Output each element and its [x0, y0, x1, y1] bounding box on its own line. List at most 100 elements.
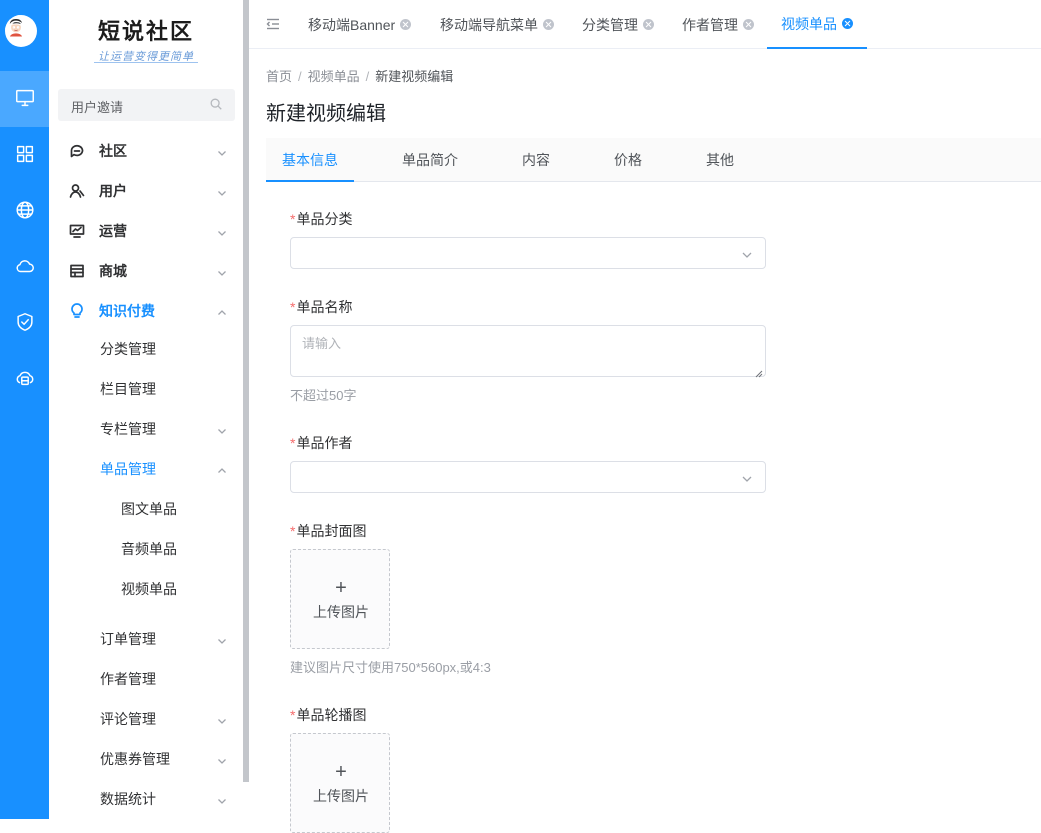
- rail-cloud-server[interactable]: [0, 351, 49, 407]
- menu-item-users[interactable]: 用户: [49, 171, 243, 211]
- user-icon: [69, 183, 85, 199]
- menu-item-coupons[interactable]: 优惠券管理: [49, 739, 243, 779]
- tab-other[interactable]: 其他: [690, 138, 750, 182]
- form-tabs: 基本信息 单品简介 内容 价格 其他: [266, 138, 1041, 182]
- menu-item-operations[interactable]: 运营: [49, 211, 243, 251]
- chevron-down-icon: [217, 793, 227, 804]
- presentation-icon: [69, 223, 85, 239]
- resize-handle-icon[interactable]: [755, 366, 763, 378]
- plus-icon: +: [335, 761, 347, 783]
- page-tab-label: 移动端Banner: [308, 16, 396, 33]
- side-menu: 短说社区 让运营变得更简单 用户邀请 社区 用户 运营 商城 知识付费 分类管理…: [49, 0, 243, 819]
- name-label: *单品名称: [290, 299, 353, 315]
- upload-label: 上传图片: [313, 604, 369, 620]
- menu-item-mall[interactable]: 商城: [49, 251, 243, 291]
- breadcrumb-section[interactable]: 视频单品: [308, 69, 360, 84]
- cloud-server-icon: [14, 367, 36, 392]
- chevron-down-icon: [741, 248, 753, 260]
- app-rail: [0, 0, 49, 819]
- main-content: 移动端Banner 移动端导航菜单 分类管理 作者管理 视频单品 首页 / 视频单品…: [249, 0, 1041, 833]
- menu-label: 用户: [99, 183, 127, 199]
- menu-item-video-item[interactable]: 视频单品: [49, 569, 243, 609]
- breadcrumb: 首页 / 视频单品 / 新建视频编辑: [266, 69, 454, 84]
- breadcrumb-home[interactable]: 首页: [266, 69, 292, 84]
- chevron-down-icon: [217, 225, 227, 236]
- page-tab-mobile-banner[interactable]: 移动端Banner: [308, 0, 412, 49]
- menu-search[interactable]: 用户邀请: [58, 89, 235, 121]
- cover-upload[interactable]: + 上传图片: [290, 549, 390, 649]
- page-tab-category[interactable]: 分类管理: [582, 0, 654, 49]
- grid-icon: [14, 143, 36, 168]
- menu-item-authors[interactable]: 作者管理: [49, 659, 243, 699]
- shield-check-icon: [14, 311, 36, 336]
- page-tab-mobile-nav[interactable]: 移动端导航菜单: [440, 0, 554, 49]
- menu-label: 知识付费: [99, 303, 155, 319]
- page-title: 新建视频编辑: [266, 103, 386, 125]
- carousel-upload[interactable]: + 上传图片: [290, 733, 390, 833]
- globe-icon: [14, 199, 36, 224]
- chevron-up-icon: [217, 305, 227, 315]
- menu-label: 优惠券管理: [100, 751, 170, 767]
- menu-label: 订单管理: [100, 631, 156, 647]
- menu-label: 视频单品: [121, 581, 177, 597]
- menu-item-article-item[interactable]: 图文单品: [49, 489, 243, 529]
- collapse-menu-icon[interactable]: [266, 17, 280, 31]
- tab-basic-info[interactable]: 基本信息: [266, 138, 354, 182]
- menu-item-stats[interactable]: 数据统计: [49, 779, 243, 819]
- menu-item-community[interactable]: 社区: [49, 131, 243, 171]
- close-icon[interactable]: [543, 19, 554, 30]
- page-tab-label: 视频单品: [781, 15, 837, 32]
- rail-cloud[interactable]: [0, 239, 49, 295]
- menu-item-orders[interactable]: 订单管理: [49, 619, 243, 659]
- tab-item-intro[interactable]: 单品简介: [384, 138, 476, 182]
- cloud-icon: [14, 255, 36, 280]
- tab-content[interactable]: 内容: [506, 138, 566, 182]
- author-select[interactable]: [290, 461, 766, 493]
- breadcrumb-current: 新建视频编辑: [375, 69, 454, 84]
- name-hint: 不超过50字: [290, 388, 357, 403]
- name-textarea[interactable]: 请输入: [290, 325, 766, 378]
- rail-shield[interactable]: [0, 295, 49, 351]
- brand-underline: [94, 62, 198, 63]
- menu-label: 作者管理: [100, 671, 156, 687]
- menu-item-comments[interactable]: 评论管理: [49, 699, 243, 739]
- cover-label: *单品封面图: [290, 523, 367, 539]
- page-tab-video-item[interactable]: 视频单品: [767, 0, 867, 49]
- rail-globe[interactable]: [0, 183, 49, 239]
- tab-price[interactable]: 价格: [598, 138, 658, 182]
- cover-hint: 建议图片尺寸使用750*560px,或4:3: [290, 660, 491, 675]
- rail-monitor[interactable]: [0, 71, 49, 127]
- menu-label: 商城: [99, 263, 127, 279]
- menu-item-column-manage[interactable]: 栏目管理: [49, 369, 243, 409]
- chat-icon: [69, 143, 85, 159]
- page-tabs-bar: 移动端Banner 移动端导航菜单 分类管理 作者管理 视频单品: [249, 0, 1041, 49]
- chevron-down-icon: [217, 633, 227, 644]
- user-avatar[interactable]: [5, 15, 37, 47]
- page-tab-authors[interactable]: 作者管理: [682, 0, 754, 49]
- rail-apps[interactable]: [0, 127, 49, 183]
- category-select[interactable]: [290, 237, 766, 269]
- close-icon[interactable]: [643, 19, 654, 30]
- brand-title: 短说社区: [97, 19, 194, 45]
- name-placeholder: 请输入: [302, 336, 342, 351]
- chevron-down-icon: [217, 185, 227, 196]
- menu-item-item-manage[interactable]: 单品管理: [49, 449, 243, 489]
- category-label: *单品分类: [290, 211, 353, 227]
- menu-label: 栏目管理: [100, 381, 156, 397]
- menu-label: 单品管理: [100, 461, 156, 477]
- search-icon[interactable]: [209, 97, 225, 113]
- close-icon[interactable]: [400, 19, 412, 30]
- menu-item-knowledge[interactable]: 知识付费: [49, 291, 243, 331]
- page-tab-label: 作者管理: [682, 16, 738, 33]
- chevron-down-icon: [217, 423, 227, 434]
- close-icon[interactable]: [842, 18, 853, 29]
- menu-item-special-manage[interactable]: 专栏管理: [49, 409, 243, 449]
- menu-item-category-manage[interactable]: 分类管理: [49, 329, 243, 369]
- author-label: *单品作者: [290, 435, 353, 451]
- page-tab-label: 移动端导航菜单: [440, 16, 538, 33]
- chevron-down-icon: [217, 713, 227, 724]
- close-icon[interactable]: [743, 19, 754, 30]
- menu-label: 社区: [99, 143, 127, 159]
- menu-item-audio-item[interactable]: 音频单品: [49, 529, 243, 569]
- menu-label: 图文单品: [121, 501, 177, 517]
